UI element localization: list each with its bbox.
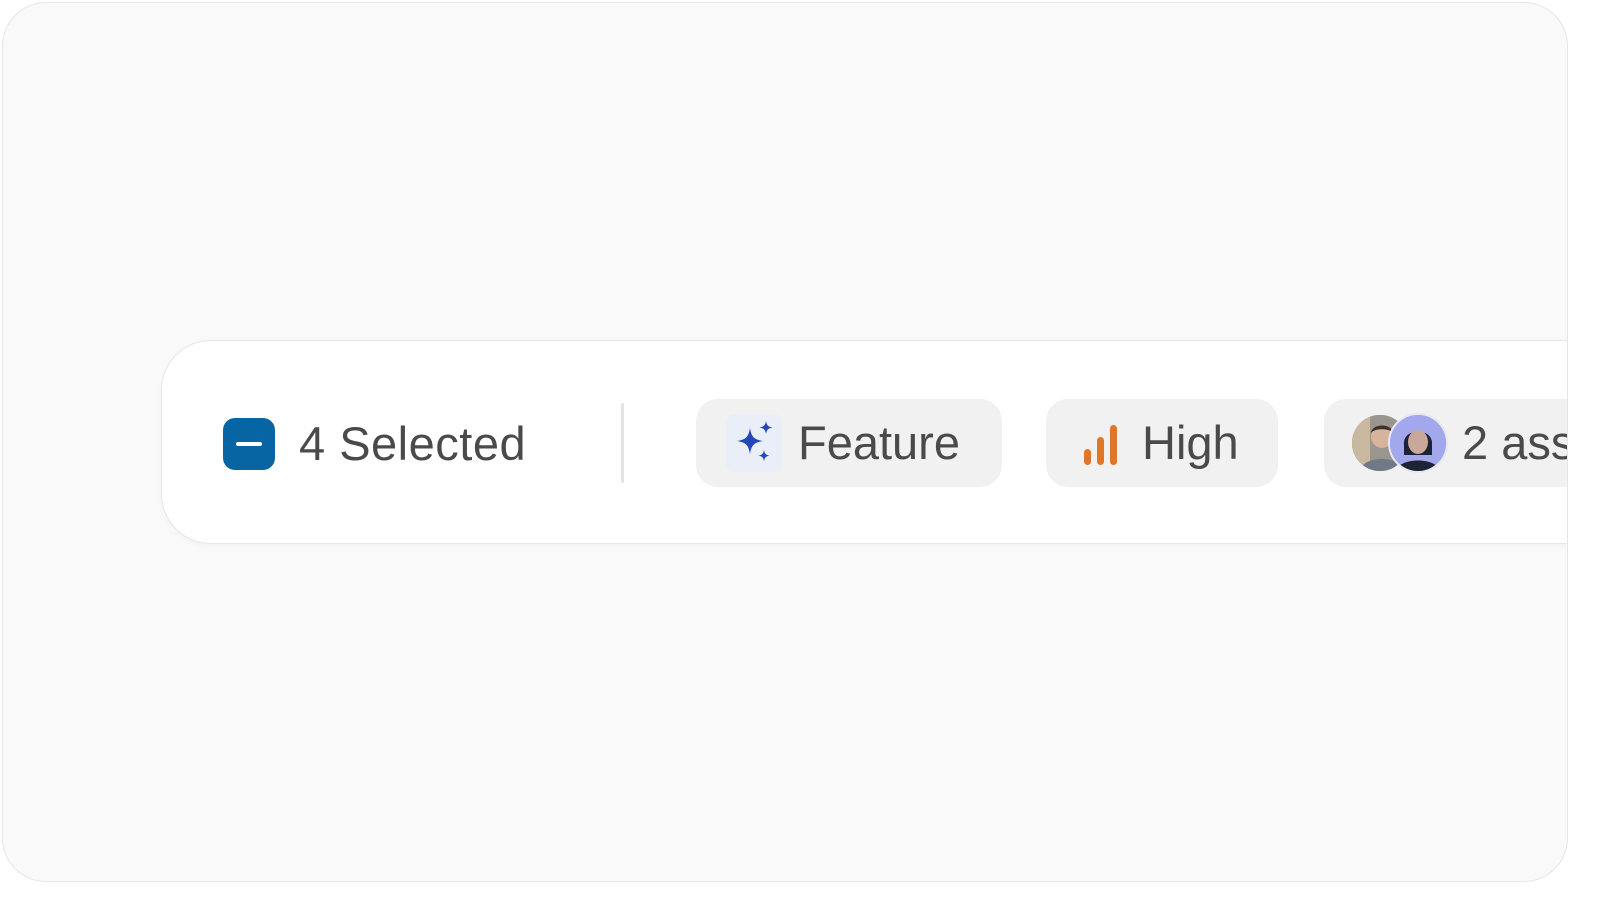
type-chip-button[interactable]: Feature [696,399,1002,487]
assignees-chip-label: 2 assignees [1462,416,1567,469]
app-canvas: 4 Selected Feature High 2 as [2,2,1568,882]
minus-icon [236,442,262,446]
sparkles-icon [726,414,782,472]
type-chip-label: Feature [798,416,960,469]
bulk-action-toolbar: 4 Selected Feature High 2 as [161,340,1567,544]
priority-chip-label: High [1142,416,1239,469]
avatar [1388,413,1448,473]
priority-chip-button[interactable]: High [1046,399,1278,487]
selected-count-label: 4 Selected [299,417,527,470]
toolbar-divider [621,403,624,483]
signal-bars-icon [1084,425,1117,465]
select-all-checkbox[interactable] [223,418,275,470]
assignees-chip-button[interactable]: 2 assignees [1324,399,1567,487]
